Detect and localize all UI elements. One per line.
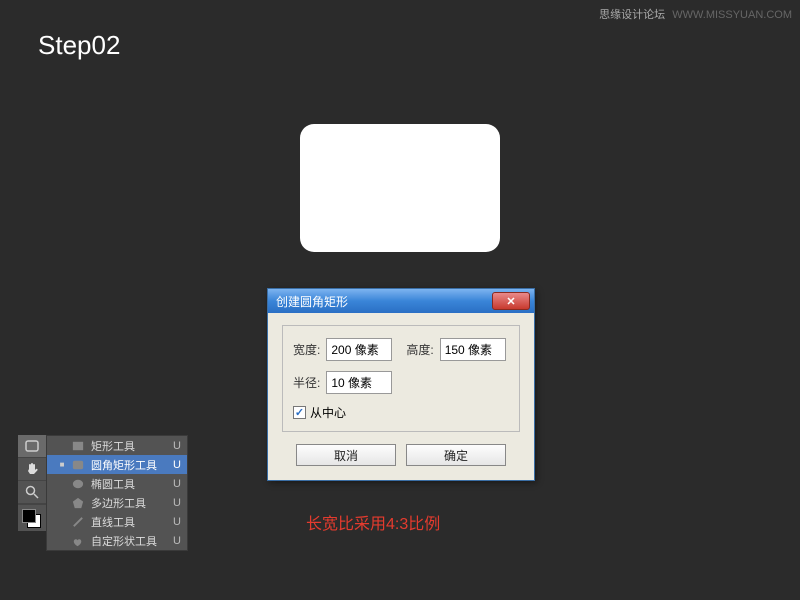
dialog-button-row: 取消 确定 xyxy=(282,444,520,466)
from-center-label: 从中心 xyxy=(310,404,346,421)
height-label: 高度: xyxy=(406,341,433,358)
tool-name: 椭圆工具 xyxy=(91,476,157,492)
rrect-icon xyxy=(71,458,85,472)
height-input[interactable]: 150 像素 xyxy=(440,338,506,361)
custom-icon xyxy=(71,534,85,548)
from-center-checkbox[interactable]: ✓ xyxy=(293,406,306,419)
tool-name: 圆角矩形工具 xyxy=(91,457,157,473)
dialog-title: 创建圆角矩形 xyxy=(276,293,348,310)
foreground-color-swatch[interactable] xyxy=(22,509,36,523)
radius-label: 半径: xyxy=(293,374,320,391)
step-title: Step02 xyxy=(38,30,120,61)
ellipse-icon xyxy=(71,477,85,491)
result-rounded-rectangle xyxy=(300,124,500,252)
tool-shortcut: U xyxy=(173,516,181,528)
dialog-body: 宽度: 200 像素 高度: 150 像素 半径: 10 像素 ✓ 从中心 取消… xyxy=(268,313,534,480)
radius-row: 半径: 10 像素 xyxy=(293,371,509,394)
tool-panel: 矩形工具 U ■ 圆角矩形工具 U 椭圆工具 U 多边形工具 U 直线工具 U 自定形状工具 U xyxy=(18,435,188,551)
shape-tool-custom[interactable]: 自定形状工具 U xyxy=(47,531,187,550)
dialog-titlebar[interactable]: 创建圆角矩形 ✕ xyxy=(268,289,534,313)
rounded-rect-icon xyxy=(24,438,40,454)
hand-icon xyxy=(24,461,40,477)
width-label: 宽度: xyxy=(293,341,320,358)
tool-shortcut: U xyxy=(173,535,181,547)
zoom-icon xyxy=(24,484,40,500)
radius-input[interactable]: 10 像素 xyxy=(326,371,392,394)
tool-slot-hand[interactable] xyxy=(18,458,46,481)
close-button[interactable]: ✕ xyxy=(492,292,530,310)
active-dot-icon: ■ xyxy=(59,460,65,469)
watermark: 思缘设计论坛 WWW.MISSYUAN.COM xyxy=(599,6,792,22)
watermark-label: 思缘设计论坛 xyxy=(599,9,665,21)
width-height-row: 宽度: 200 像素 高度: 150 像素 xyxy=(293,338,509,361)
dialog-inner-panel: 宽度: 200 像素 高度: 150 像素 半径: 10 像素 ✓ 从中心 xyxy=(282,325,520,432)
tool-name: 矩形工具 xyxy=(91,438,157,454)
shape-tool-flyout: 矩形工具 U ■ 圆角矩形工具 U 椭圆工具 U 多边形工具 U 直线工具 U 自定形状工具 U xyxy=(46,435,188,551)
cancel-button[interactable]: 取消 xyxy=(296,444,396,466)
tool-slot-zoom[interactable] xyxy=(18,481,46,504)
width-input[interactable]: 200 像素 xyxy=(326,338,392,361)
tool-name: 自定形状工具 xyxy=(91,533,157,549)
shape-tool-rrect[interactable]: ■ 圆角矩形工具 U xyxy=(47,455,187,474)
ratio-note: 长宽比采用4:3比例 xyxy=(306,510,440,534)
color-swatch[interactable] xyxy=(18,504,46,531)
tool-shortcut: U xyxy=(173,440,181,452)
tool-name: 多边形工具 xyxy=(91,495,157,511)
rect-icon xyxy=(71,439,85,453)
tool-slot-rounded-rect[interactable] xyxy=(18,435,46,458)
tool-column xyxy=(18,435,46,551)
line-icon xyxy=(71,515,85,529)
tool-shortcut: U xyxy=(173,459,181,471)
tool-name: 直线工具 xyxy=(91,514,157,530)
poly-icon xyxy=(71,496,85,510)
check-icon: ✓ xyxy=(295,406,304,419)
close-icon: ✕ xyxy=(506,295,515,308)
from-center-row: ✓ 从中心 xyxy=(293,404,509,421)
shape-tool-ellipse[interactable]: 椭圆工具 U xyxy=(47,474,187,493)
shape-tool-poly[interactable]: 多边形工具 U xyxy=(47,493,187,512)
ok-button[interactable]: 确定 xyxy=(406,444,506,466)
watermark-url: WWW.MISSYUAN.COM xyxy=(672,9,792,21)
tool-shortcut: U xyxy=(173,478,181,490)
shape-tool-line[interactable]: 直线工具 U xyxy=(47,512,187,531)
shape-tool-rect[interactable]: 矩形工具 U xyxy=(47,436,187,455)
tool-shortcut: U xyxy=(173,497,181,509)
create-rounded-rect-dialog: 创建圆角矩形 ✕ 宽度: 200 像素 高度: 150 像素 半径: 10 像素… xyxy=(267,288,535,481)
